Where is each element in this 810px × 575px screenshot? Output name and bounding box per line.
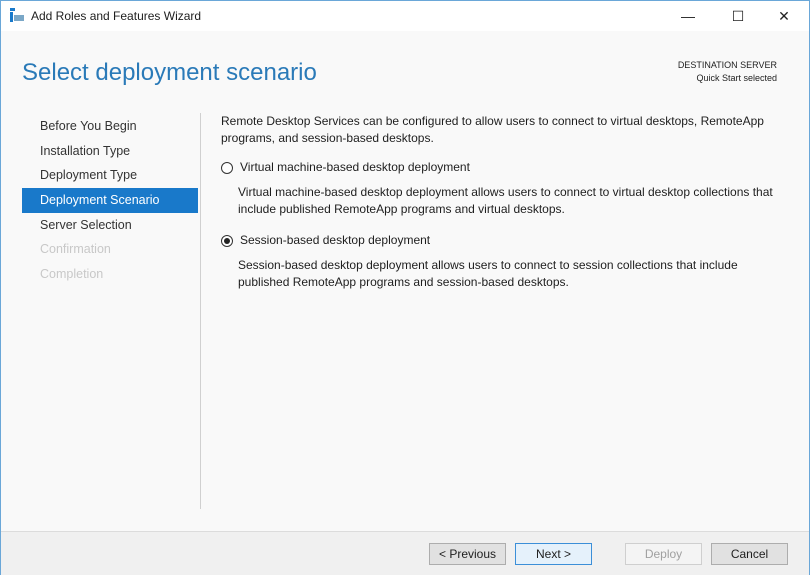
nav-server-selection[interactable]: Server Selection [22,213,198,238]
nav-completion: Completion [40,267,104,282]
option-label[interactable]: Virtual machine-based desktop deployment [240,159,470,176]
radio-session-based[interactable] [221,234,233,247]
wizard-nav: Before You Begin Installation Type Deplo… [22,114,198,287]
next-button[interactable]: Next > [515,543,592,565]
divider [200,113,201,509]
radio-vm-based[interactable] [221,161,233,174]
previous-button[interactable]: < Previous [429,543,506,565]
close-button[interactable]: ✕ [761,1,807,31]
cancel-button[interactable]: Cancel [711,543,788,565]
destination-label: DESTINATION SERVER [677,60,777,70]
option-description: Virtual machine-based desktop deployment… [238,185,773,216]
option-session-based[interactable]: Session-based desktop deployment [221,232,781,249]
option-label[interactable]: Session-based desktop deployment [240,232,430,249]
destination-server: DESTINATION SERVER Quick Start selected [678,59,777,85]
maximize-button[interactable]: ☐ [715,1,761,31]
window-title: Add Roles and Features Wizard [31,9,202,23]
option-vm-based[interactable]: Virtual machine-based desktop deployment [221,159,781,176]
server-manager-icon [10,8,24,22]
nav-deployment-scenario[interactable]: Deployment Scenario [22,188,198,213]
nav-installation-type[interactable]: Installation Type [22,139,198,164]
deploy-button: Deploy [625,543,702,565]
button-bar: < Previous Next > Deploy Cancel [1,531,809,575]
nav-confirmation: Confirmation [40,242,111,257]
minimize-button[interactable]: — [665,1,711,31]
option-description: Session-based desktop deployment allows … [238,258,738,289]
nav-before-you-begin[interactable]: Before You Begin [22,114,198,139]
title-bar: Add Roles and Features Wizard — ☐ ✕ [1,1,809,31]
content-pane: Remote Desktop Services can be configure… [221,113,781,291]
page-title: Select deployment scenario [22,59,317,86]
destination-value: Quick Start selected [696,73,777,83]
wizard-window: Add Roles and Features Wizard — ☐ ✕ Sele… [0,0,810,575]
intro-text: Remote Desktop Services can be configure… [221,114,764,145]
nav-deployment-type[interactable]: Deployment Type [22,163,198,188]
